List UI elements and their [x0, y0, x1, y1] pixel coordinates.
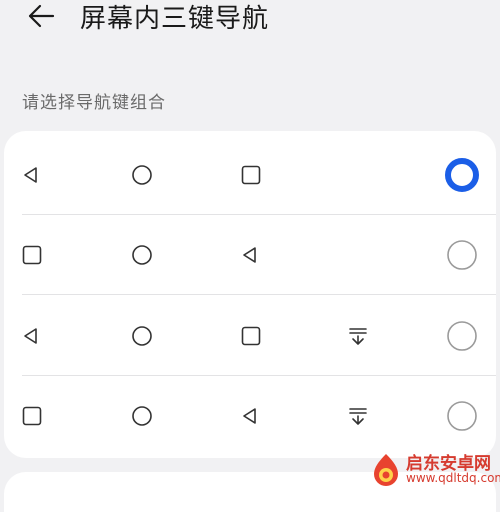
back-triangle-icon — [12, 296, 52, 376]
radio-button[interactable] — [442, 376, 482, 456]
page-title: 屏幕内三键导航 — [80, 4, 270, 34]
nav-option-row-2[interactable] — [4, 215, 496, 295]
home-circle-icon — [122, 296, 162, 376]
logo-icon — [374, 454, 398, 486]
back-button[interactable] — [26, 2, 56, 30]
header: 屏幕内三键导航 — [0, 0, 500, 34]
radio-button[interactable] — [442, 296, 482, 376]
back-triangle-icon — [12, 135, 52, 215]
watermark-url: www.qdltdq.com — [406, 471, 500, 485]
key-4 — [338, 135, 378, 215]
watermark: 启东安卓网 www.qdltdq.com — [370, 449, 500, 491]
key-4 — [338, 215, 378, 295]
notification-pulldown-icon — [338, 376, 378, 456]
nav-option-row-1[interactable] — [4, 135, 496, 215]
nav-option-row-4[interactable] — [4, 376, 496, 456]
recents-square-icon — [12, 376, 52, 456]
recents-square-icon — [12, 215, 52, 295]
nav-key-options-card — [4, 131, 496, 458]
radio-button[interactable] — [442, 215, 482, 295]
home-circle-icon — [122, 135, 162, 215]
recents-square-icon — [231, 135, 271, 215]
nav-option-row-3[interactable] — [4, 296, 496, 376]
back-triangle-icon — [231, 376, 271, 456]
notification-pulldown-icon — [338, 296, 378, 376]
radio-button-selected[interactable] — [442, 135, 482, 215]
arrow-left-icon — [28, 4, 55, 28]
back-triangle-icon — [231, 215, 271, 295]
home-circle-icon — [122, 376, 162, 456]
recents-square-icon — [231, 296, 271, 376]
section-label: 请选择导航键组合 — [22, 93, 166, 113]
divider — [22, 294, 496, 295]
home-circle-icon — [122, 215, 162, 295]
